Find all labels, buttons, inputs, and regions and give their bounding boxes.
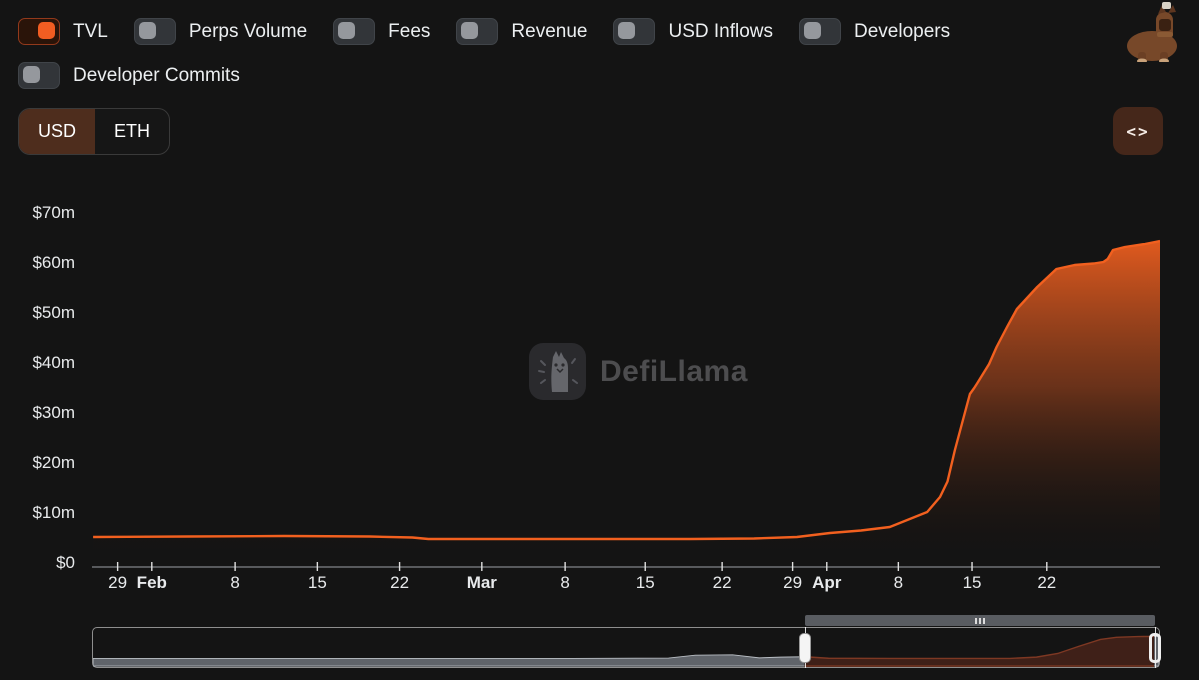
toggle-fees[interactable]: Fees: [333, 18, 430, 45]
currency-option-eth[interactable]: ETH: [95, 109, 169, 154]
defillama-chart-page: TVL Perps Volume Fees Revenue USD Inflow…: [0, 0, 1199, 680]
toggle-perps-volume[interactable]: Perps Volume: [134, 18, 307, 45]
x-tick-label: 29: [108, 573, 127, 593]
x-tick-label: 22: [390, 573, 409, 593]
x-tick-label: Feb: [137, 573, 167, 593]
grip-icon: [975, 618, 977, 624]
x-tick-label: 15: [308, 573, 327, 593]
switch-knob: [804, 22, 821, 39]
usd-inflows-switch[interactable]: [613, 18, 655, 45]
y-tick-label: $40m: [32, 353, 75, 373]
y-tick-label: $70m: [32, 203, 75, 223]
toggle-label: TVL: [73, 21, 108, 43]
y-tick-label: $10m: [32, 503, 75, 523]
x-tick-label: 15: [636, 573, 655, 593]
switch-knob: [338, 22, 355, 39]
tvl-area-chart[interactable]: [92, 190, 1160, 580]
x-tick-label: Apr: [812, 573, 841, 593]
toggle-label: Revenue: [511, 21, 587, 43]
llama-mascot-avatar: [1118, 2, 1190, 62]
datazoom-brush[interactable]: [92, 627, 1160, 668]
metric-toggle-bar: TVL Perps Volume Fees Revenue USD Inflow…: [18, 18, 1098, 89]
perps-volume-switch[interactable]: [134, 18, 176, 45]
x-tick-label: 8: [894, 573, 903, 593]
x-tick-label: 8: [230, 573, 239, 593]
switch-knob: [618, 22, 635, 39]
toggle-label: Fees: [388, 21, 430, 43]
code-brackets-icon: <>: [1126, 122, 1149, 141]
x-tick-label: 22: [1037, 573, 1056, 593]
y-axis-labels: $70m $60m $50m $40m $30m $20m $10m $0: [0, 0, 77, 680]
toggle-label: Perps Volume: [189, 21, 307, 43]
brush-mini-chart: [93, 628, 1159, 667]
brush-handle-right[interactable]: [1149, 633, 1161, 663]
y-tick-label: $30m: [32, 403, 75, 423]
x-tick-label: 22: [713, 573, 732, 593]
toggle-label: Developers: [854, 21, 950, 43]
fees-switch[interactable]: [333, 18, 375, 45]
x-tick-label: 15: [963, 573, 982, 593]
x-axis-labels: 29 Feb 8 15 22 Mar 8 15 22 29 Apr 8 15 22: [92, 573, 1160, 599]
y-tick-label: $60m: [32, 253, 75, 273]
switch-knob: [461, 22, 478, 39]
toggle-label: Developer Commits: [73, 65, 240, 87]
x-tick-label: Mar: [467, 573, 497, 593]
y-tick-label: $20m: [32, 453, 75, 473]
embed-code-button[interactable]: <>: [1113, 107, 1163, 155]
x-tick-label: 8: [560, 573, 569, 593]
toggle-usd-inflows[interactable]: USD Inflows: [613, 18, 773, 45]
toggle-label: USD Inflows: [668, 21, 773, 43]
developers-switch[interactable]: [799, 18, 841, 45]
brush-handle-left[interactable]: [799, 633, 811, 663]
toggle-developers[interactable]: Developers: [799, 18, 950, 45]
x-tick-label: 29: [783, 573, 802, 593]
tvl-area-fill: [93, 241, 1160, 564]
y-tick-label: $0: [56, 553, 75, 573]
switch-knob: [139, 22, 156, 39]
y-tick-label: $50m: [32, 303, 75, 323]
toggle-revenue[interactable]: Revenue: [456, 18, 587, 45]
revenue-switch[interactable]: [456, 18, 498, 45]
brush-move-handle[interactable]: [805, 615, 1155, 626]
